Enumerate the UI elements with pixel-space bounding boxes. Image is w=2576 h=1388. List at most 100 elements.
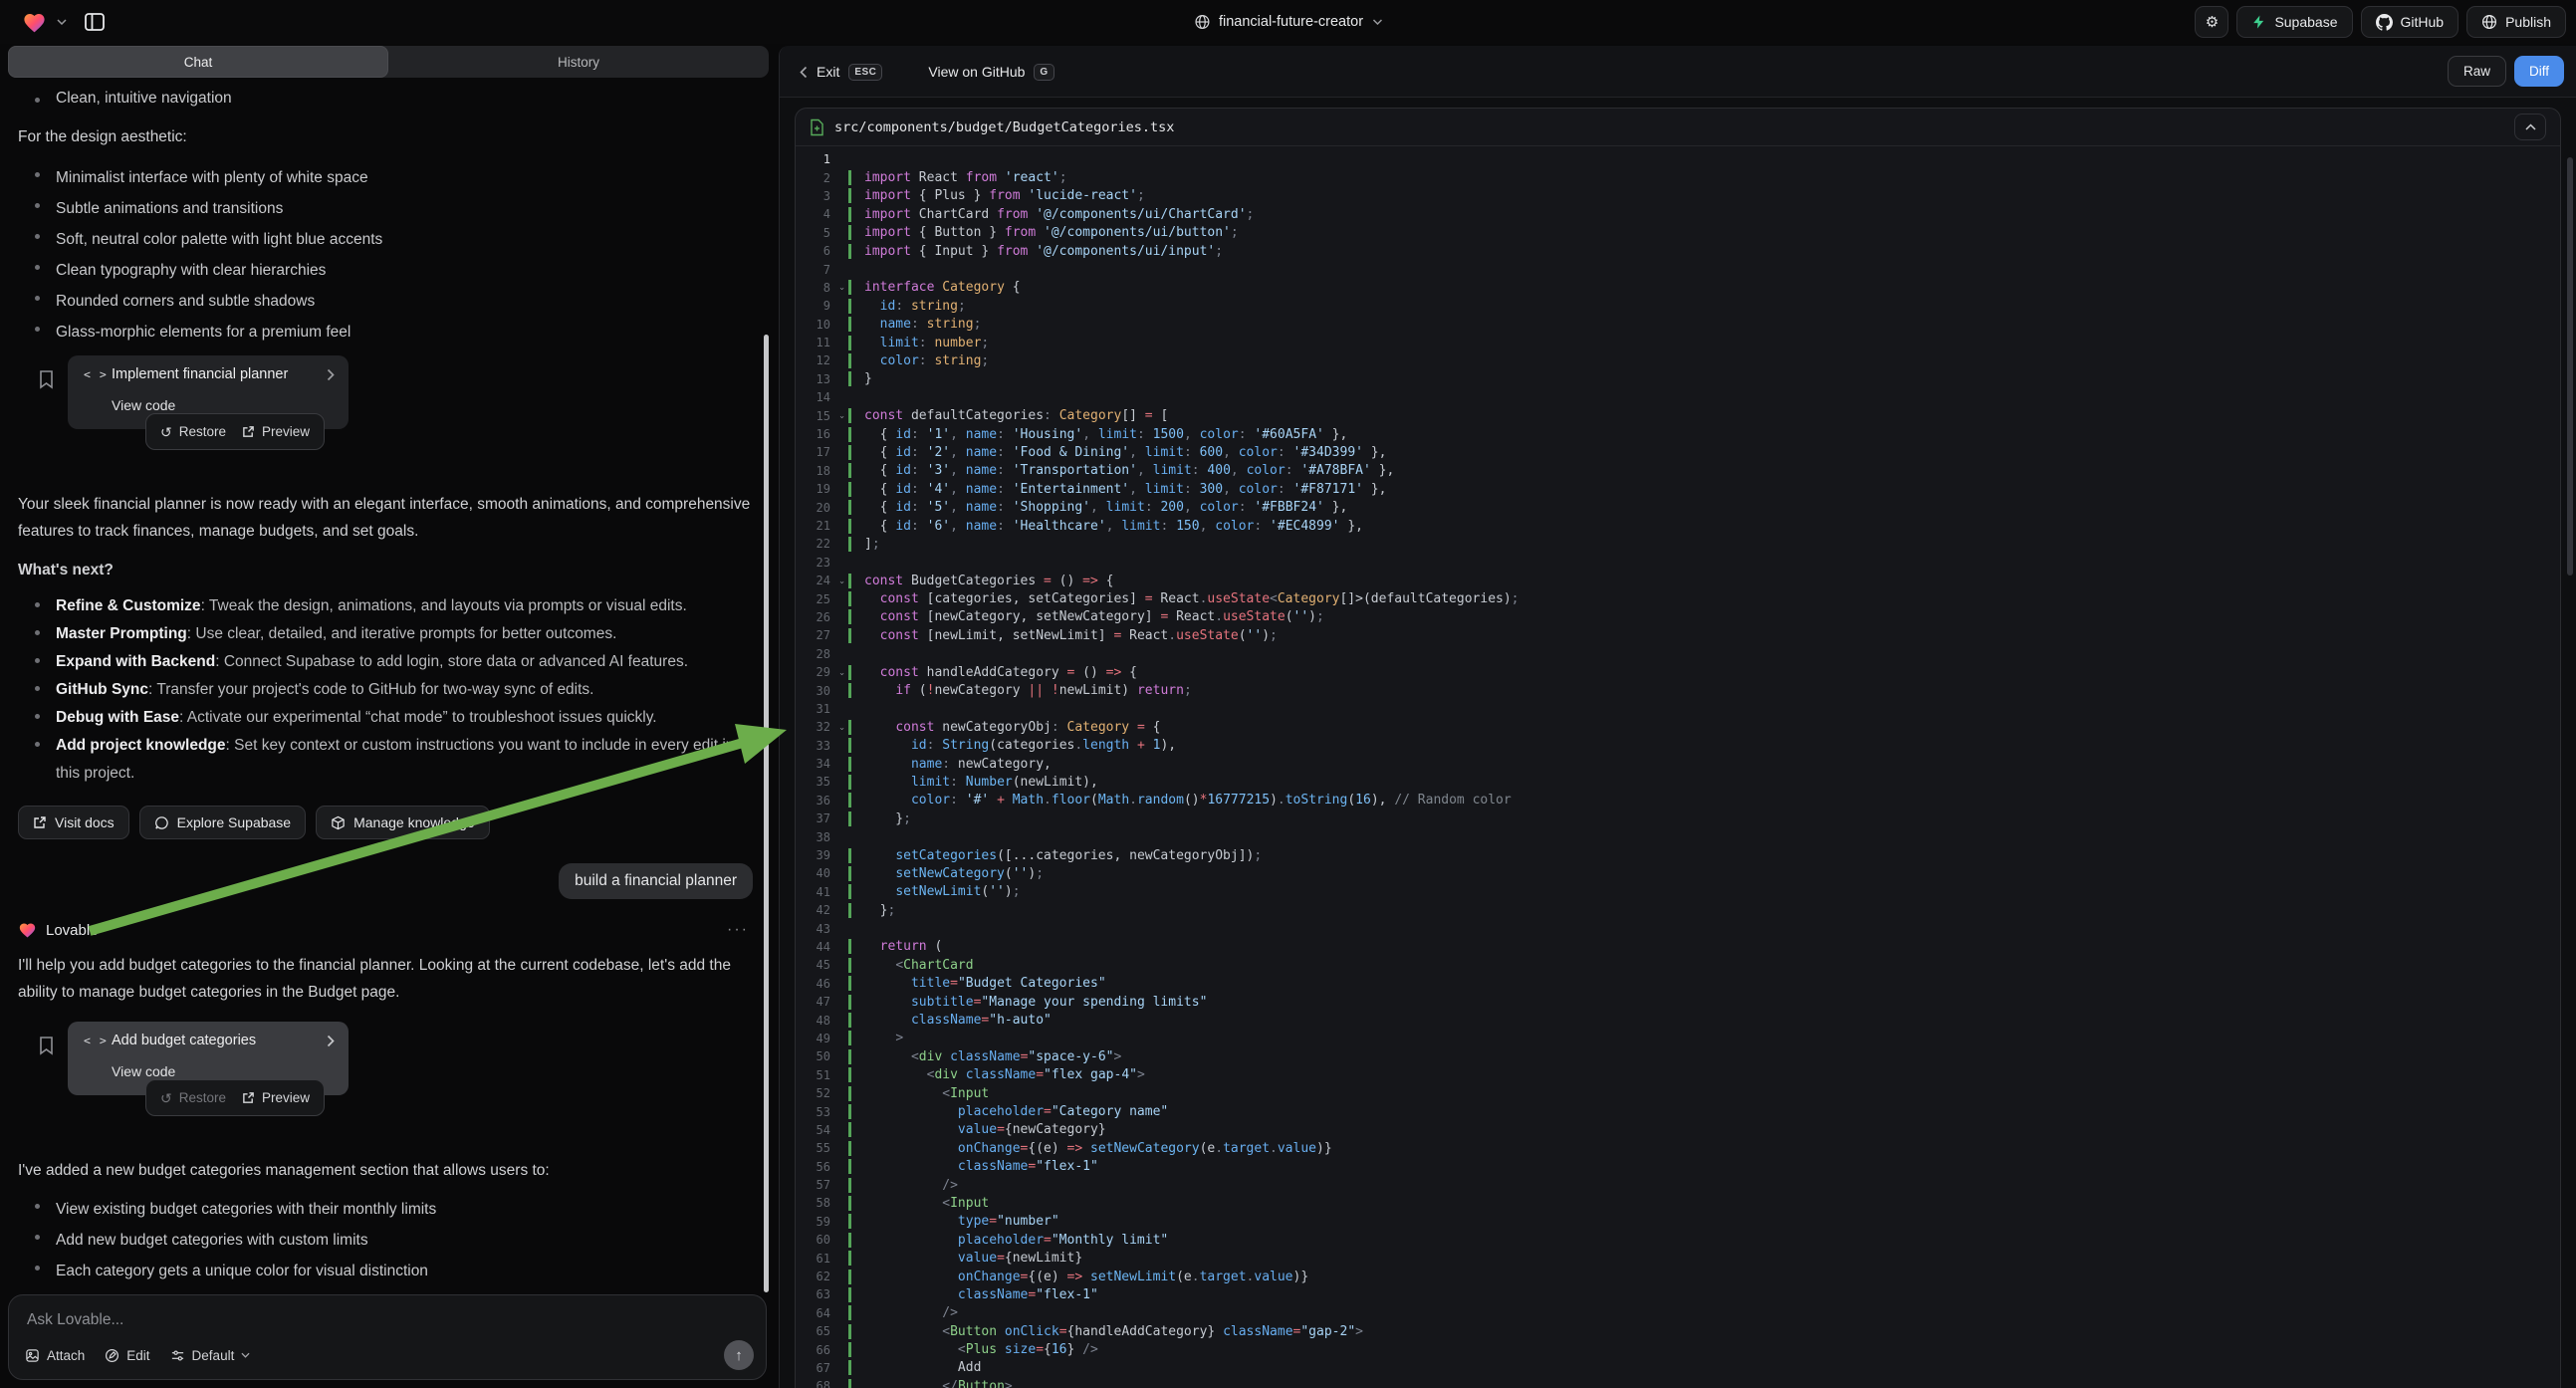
- gear-icon: ⚙: [2206, 13, 2219, 31]
- code-line: 66 <Plus size={16} />: [796, 1340, 2560, 1358]
- collapse-file-button[interactable]: [2514, 114, 2546, 140]
- code-scrollbar[interactable]: [2567, 157, 2573, 576]
- code-line: 39 setCategories([...categories, newCate…: [796, 846, 2560, 864]
- lovable-heart-icon: [18, 921, 37, 939]
- code-line: 63 className="flex-1": [796, 1285, 2560, 1303]
- code-line: 56 className="flex-1": [796, 1157, 2560, 1175]
- sidebar-toggle-icon[interactable]: [83, 10, 107, 34]
- publish-button[interactable]: Publish: [2466, 6, 2566, 38]
- fold-caret-icon[interactable]: ⌄: [835, 667, 848, 678]
- chat-messages[interactable]: Clean, intuitive navigation For the desi…: [6, 80, 771, 1292]
- version-block-2: < > Add budget categories View code ↺ Re…: [18, 1022, 757, 1143]
- fold-caret-icon[interactable]: ⌄: [835, 576, 848, 586]
- settings-button[interactable]: ⚙: [2195, 6, 2228, 38]
- publish-globe-icon: [2481, 14, 2497, 30]
- list-item: Add new budget categories with custom li…: [18, 1225, 757, 1256]
- code-line: 17 { id: '2', name: 'Food & Dining', lim…: [796, 443, 2560, 461]
- chevron-up-icon: [2525, 123, 2536, 130]
- chat-bubble-icon: [154, 815, 169, 830]
- reply-intro-paragraph: I'll help you add budget categories to t…: [18, 952, 757, 1006]
- design-heading: For the design aesthetic:: [18, 123, 757, 150]
- fold-caret-icon[interactable]: ⌄: [835, 282, 848, 293]
- code-line: 26 const [newCategory, setNewCategory] =…: [796, 608, 2560, 626]
- list-item: View existing budget categories with the…: [18, 1194, 757, 1225]
- code-editor[interactable]: 12import React from 'react';3import { Pl…: [796, 146, 2560, 1388]
- fold-caret-icon[interactable]: ⌄: [835, 722, 848, 733]
- code-line: 15⌄const defaultCategories: Category[] =…: [796, 406, 2560, 424]
- code-line: 3import { Plus } from 'lucide-react';: [796, 187, 2560, 205]
- code-line: 6import { Input } from '@/components/ui/…: [796, 242, 2560, 260]
- file-diff-card: src/components/budget/BudgetCategories.t…: [795, 108, 2561, 1388]
- code-line: 25 const [categories, setCategories] = R…: [796, 589, 2560, 607]
- package-icon: [331, 815, 346, 830]
- preview-button[interactable]: Preview: [242, 1090, 310, 1105]
- code-line: 58 <Input: [796, 1194, 2560, 1212]
- code-line: 19 { id: '4', name: 'Entertainment', lim…: [796, 480, 2560, 498]
- next-steps-list: Refine & Customize: Tweak the design, an…: [18, 592, 757, 788]
- file-header[interactable]: src/components/budget/BudgetCategories.t…: [796, 109, 2560, 146]
- version-title: Implement financial planner: [112, 366, 288, 382]
- bookmark-icon[interactable]: [38, 1036, 55, 1055]
- chat-input[interactable]: [27, 1307, 748, 1333]
- code-line: 40 setNewCategory('');: [796, 864, 2560, 882]
- globe-icon: [1194, 14, 1210, 30]
- manage-knowledge-button[interactable]: Manage knowledge: [316, 806, 489, 839]
- code-line: 38: [796, 827, 2560, 845]
- visit-docs-button[interactable]: Visit docs: [18, 806, 129, 839]
- workspace-chevron-down-icon[interactable]: [57, 19, 67, 25]
- esc-shortcut-badge: ESC: [848, 64, 882, 81]
- supabase-bolt-icon: [2251, 14, 2266, 30]
- bookmark-icon[interactable]: [38, 369, 55, 389]
- code-line: 7: [796, 260, 2560, 278]
- attach-button[interactable]: Attach: [25, 1348, 85, 1363]
- code-line: 45 <ChartCard: [796, 956, 2560, 974]
- send-button[interactable]: ↑: [724, 1340, 754, 1370]
- list-item: Expand with Backend: Connect Supabase to…: [18, 648, 757, 676]
- code-line: 21 { id: '6', name: 'Healthcare', limit:…: [796, 517, 2560, 535]
- tab-history[interactable]: History: [388, 46, 769, 78]
- diff-toggle-button[interactable]: Diff: [2514, 56, 2564, 87]
- project-switcher[interactable]: financial-future-creator: [1194, 0, 1382, 44]
- sliders-icon: [170, 1348, 185, 1363]
- code-line: 11 limit: number;: [796, 334, 2560, 351]
- preview-button[interactable]: Preview: [242, 424, 310, 439]
- code-line: 32⌄ const newCategoryObj: Category = {: [796, 718, 2560, 736]
- raw-toggle-button[interactable]: Raw: [2448, 56, 2506, 87]
- code-line: 24⌄const BudgetCategories = () => {: [796, 572, 2560, 589]
- list-item: Subtle animations and transitions: [18, 193, 757, 224]
- edit-button[interactable]: Edit: [105, 1348, 149, 1363]
- restore-button[interactable]: ↺ Restore: [160, 1090, 226, 1105]
- manage-knowledge-label: Manage knowledge: [353, 814, 474, 830]
- tab-chat[interactable]: Chat: [8, 46, 388, 78]
- code-line: 41 setNewLimit('');: [796, 883, 2560, 901]
- supabase-button[interactable]: Supabase: [2236, 6, 2352, 38]
- code-line: 18 { id: '3', name: 'Transportation', li…: [796, 462, 2560, 480]
- lovable-logo[interactable]: [22, 11, 47, 34]
- list-item: Add project knowledge: Set key context o…: [18, 732, 757, 788]
- code-line: 4import ChartCard from '@/components/ui/…: [796, 205, 2560, 223]
- chat-bullet: Clean, intuitive navigation: [18, 88, 757, 110]
- view-on-github-button[interactable]: View on GitHub G: [928, 64, 1054, 81]
- version-title: Add budget categories: [112, 1033, 256, 1048]
- github-button[interactable]: GitHub: [2361, 6, 2459, 38]
- message-menu-icon[interactable]: ···: [727, 921, 749, 939]
- explore-supabase-button[interactable]: Explore Supabase: [139, 806, 306, 839]
- code-line: 49 >: [796, 1030, 2560, 1047]
- mode-select[interactable]: Default: [170, 1348, 251, 1363]
- chevron-right-icon: [327, 1035, 335, 1047]
- restore-button[interactable]: ↺ Restore: [160, 424, 226, 439]
- project-chevron-down-icon: [1372, 19, 1382, 25]
- code-line: 44 return (: [796, 938, 2560, 956]
- code-line: 9 id: string;: [796, 297, 2560, 315]
- code-line: 28: [796, 645, 2560, 663]
- view-code-link[interactable]: View code: [112, 397, 175, 413]
- code-line: 55 onChange={(e) => setNewCategory(e.tar…: [796, 1139, 2560, 1157]
- view-code-link[interactable]: View code: [112, 1063, 175, 1079]
- fold-caret-icon[interactable]: ⌄: [835, 410, 848, 421]
- preview-label: Preview: [262, 1090, 310, 1105]
- exit-button[interactable]: Exit ESC: [800, 64, 882, 81]
- list-item: GitHub Sync: Transfer your project's cod…: [18, 676, 757, 704]
- publish-label: Publish: [2505, 14, 2551, 30]
- exit-label: Exit: [817, 64, 839, 80]
- chat-scrollbar[interactable]: [764, 335, 769, 1292]
